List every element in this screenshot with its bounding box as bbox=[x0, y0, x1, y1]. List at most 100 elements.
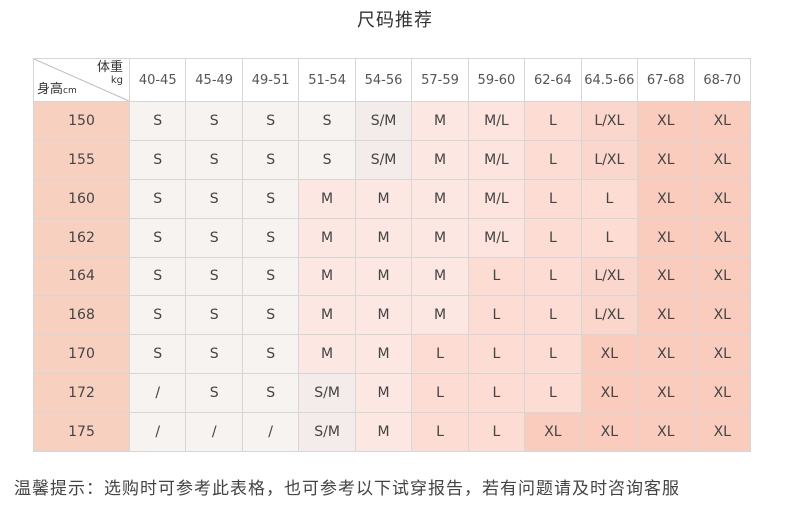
size-cell: S bbox=[185, 373, 243, 413]
size-cell: S bbox=[241, 217, 300, 258]
size-cell: XL bbox=[637, 178, 695, 219]
height-unit: cm bbox=[63, 86, 77, 96]
size-cell: M bbox=[411, 217, 469, 258]
size-cell: XL bbox=[693, 295, 752, 336]
size-chart-body: 150 S S S S S/M M M/L L L/XL XL XL 155 S S S S S/M M M/L L L/… bbox=[33, 101, 752, 452]
size-cell: XL bbox=[693, 373, 752, 413]
size-cell: / bbox=[128, 412, 187, 452]
table-row: 170 S S S M M L L L XL XL XL bbox=[33, 334, 752, 375]
weight-header-cell: 67-68 bbox=[637, 58, 695, 102]
size-cell: XL bbox=[637, 256, 695, 297]
size-cell: XL bbox=[693, 139, 752, 180]
size-cell: S bbox=[185, 295, 243, 336]
size-cell: XL bbox=[693, 101, 752, 141]
size-cell: XL bbox=[693, 178, 752, 219]
size-cell: L bbox=[467, 373, 526, 413]
size-cell: S bbox=[241, 256, 300, 297]
size-cell: L bbox=[411, 334, 469, 375]
weight-header-cell: 59-60 bbox=[467, 58, 526, 102]
size-cell: S bbox=[128, 139, 187, 180]
tip-note: 温馨提示：选购时可参考此表格，也可参考以下试穿报告，若有问题请及时咨询客服 bbox=[14, 479, 680, 499]
size-cell: M bbox=[298, 295, 356, 336]
table-row: 172/S S S/M M L L L XL XL XL bbox=[33, 373, 752, 413]
size-cell: L bbox=[411, 373, 469, 413]
size-cell: M bbox=[354, 373, 413, 413]
size-cell: S bbox=[241, 373, 300, 413]
size-cell: M bbox=[354, 256, 413, 297]
size-cell: L bbox=[524, 217, 582, 258]
size-cell: S bbox=[185, 178, 243, 219]
size-cell: M bbox=[354, 334, 413, 375]
size-cell: S bbox=[185, 334, 243, 375]
weight-header-cell: 45-49 bbox=[185, 58, 243, 102]
size-cell: M bbox=[411, 295, 469, 336]
size-cell: L bbox=[580, 178, 639, 219]
size-cell: S bbox=[241, 178, 300, 219]
table-row: 150 S S S S S/M M M/L L L/XL XL XL bbox=[33, 101, 752, 141]
size-cell: XL bbox=[580, 373, 639, 413]
height-cell: 164 bbox=[33, 256, 130, 297]
size-cell: L bbox=[524, 178, 582, 219]
size-cell: M bbox=[354, 178, 413, 219]
table-row: 162 S S S M M M M/L L L XL XL bbox=[33, 217, 752, 258]
height-cell: 170 bbox=[33, 334, 130, 375]
size-cell: M bbox=[298, 256, 356, 297]
size-cell: S bbox=[128, 217, 187, 258]
size-cell: M bbox=[411, 178, 469, 219]
size-cell: S bbox=[128, 256, 187, 297]
weight-axis-label: 体重 kg bbox=[96, 60, 123, 87]
weight-header-cell: 54-56 bbox=[354, 58, 413, 102]
size-cell: S bbox=[298, 139, 356, 180]
size-cell: XL bbox=[693, 412, 752, 452]
table-row: 155 S S S S S/M M M/L L L/XL XL XL bbox=[33, 139, 752, 180]
height-cell: 168 bbox=[33, 295, 130, 336]
size-cell: XL bbox=[580, 334, 639, 375]
size-cell: L bbox=[524, 139, 582, 180]
weight-header-cell: 62-64 bbox=[524, 58, 582, 102]
size-cell: XL bbox=[637, 101, 695, 141]
height-cell: 160 bbox=[33, 178, 130, 219]
height-cell: 175 bbox=[33, 412, 130, 452]
weight-header-row: 体重 kg 身高cm 40-45 45-49 49-51 51-54 54-56 57-5… bbox=[33, 58, 752, 102]
size-cell: XL bbox=[693, 217, 752, 258]
size-cell: S bbox=[128, 178, 187, 219]
size-cell: L/XL bbox=[580, 139, 639, 180]
weight-unit: kg bbox=[110, 75, 123, 86]
size-cell: S bbox=[241, 334, 300, 375]
weight-header-cell: 64.5-66 bbox=[580, 58, 639, 102]
size-cell: L bbox=[524, 295, 582, 336]
size-cell: S bbox=[185, 101, 243, 141]
size-cell: S bbox=[241, 101, 300, 141]
size-cell: / bbox=[241, 412, 300, 452]
size-cell: L/XL bbox=[580, 101, 639, 141]
size-cell: L bbox=[524, 334, 582, 375]
table-row: 160 S S S M M M M/L L L XL XL bbox=[33, 178, 752, 219]
size-cell: L bbox=[580, 217, 639, 258]
size-cell: L bbox=[467, 295, 526, 336]
height-cell: 162 bbox=[33, 217, 130, 258]
size-cell: M bbox=[354, 412, 413, 452]
size-cell: M/L bbox=[467, 178, 526, 219]
size-cell: M/L bbox=[467, 139, 526, 180]
size-cell: M/L bbox=[467, 101, 526, 141]
size-cell: M bbox=[354, 217, 413, 258]
size-cell: XL bbox=[637, 373, 695, 413]
size-cell: L bbox=[411, 412, 469, 452]
size-cell: L bbox=[524, 373, 582, 413]
size-cell: S bbox=[185, 139, 243, 180]
size-cell: M bbox=[411, 139, 469, 180]
size-cell: L bbox=[524, 101, 582, 141]
size-cell: S bbox=[298, 101, 356, 141]
size-cell: XL bbox=[524, 412, 582, 452]
size-cell: L bbox=[467, 412, 526, 452]
weight-label: 体重 bbox=[96, 60, 123, 75]
size-cell: S bbox=[128, 334, 187, 375]
size-cell: S bbox=[185, 217, 243, 258]
size-cell: L bbox=[467, 256, 526, 297]
size-cell: L bbox=[524, 256, 582, 297]
size-cell: XL bbox=[693, 334, 752, 375]
weight-header-cell: 40-45 bbox=[128, 58, 187, 102]
height-cell: 155 bbox=[33, 139, 130, 180]
page-title: 尺码推荐 bbox=[357, 10, 433, 31]
height-cell: 150 bbox=[33, 101, 130, 141]
